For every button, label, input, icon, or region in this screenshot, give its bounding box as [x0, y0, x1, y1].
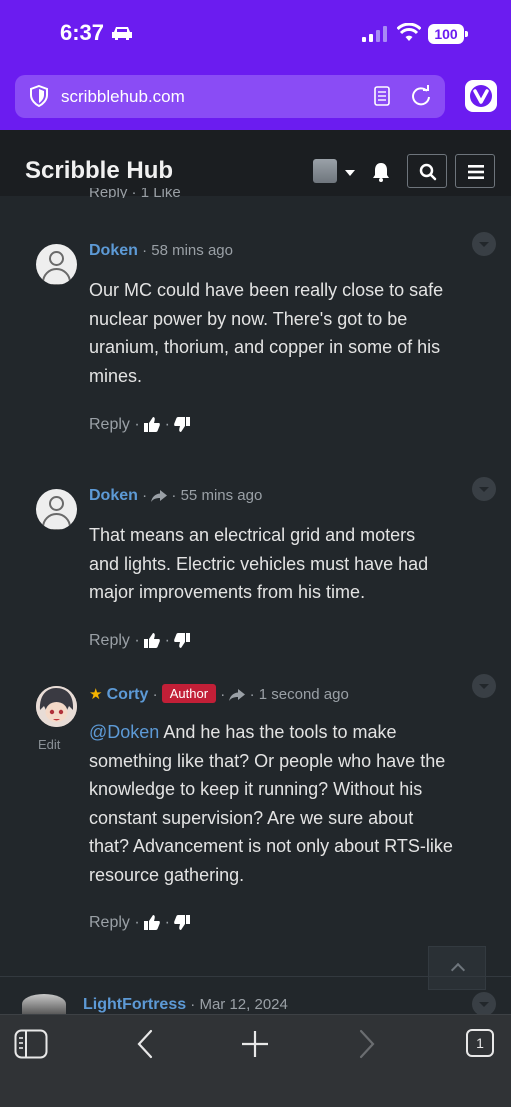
reply-link[interactable]: Reply — [89, 632, 130, 649]
edit-avatar-link[interactable]: Edit — [38, 737, 60, 752]
comment-time[interactable]: Mar 12, 2024 — [199, 996, 287, 1013]
avatar[interactable] — [36, 244, 77, 285]
collapse-button[interactable] — [472, 674, 496, 698]
back-icon[interactable] — [136, 1029, 154, 1059]
comment-meta: Doken · · 55 mins ago — [89, 487, 263, 504]
address-bar[interactable]: scribblehub.com — [15, 75, 445, 118]
reply-arrow-icon — [229, 689, 246, 702]
search-button[interactable] — [407, 154, 447, 188]
comment-time[interactable]: 55 mins ago — [181, 487, 263, 504]
thumbs-up-icon[interactable] — [144, 915, 160, 931]
chevron-down-icon[interactable] — [345, 170, 355, 176]
shield-icon[interactable] — [29, 85, 49, 107]
avatar[interactable] — [22, 994, 66, 1014]
comment-time[interactable]: 58 mins ago — [151, 242, 233, 259]
panel-icon[interactable] — [14, 1029, 48, 1059]
car-icon — [112, 27, 132, 40]
like-count: 1 Like — [140, 188, 181, 198]
new-tab-icon[interactable] — [240, 1029, 270, 1059]
cellular-signal-icon — [362, 26, 387, 42]
divider — [0, 976, 511, 977]
comment-time[interactable]: 1 second ago — [259, 686, 349, 703]
tab-switcher-button[interactable]: 1 — [466, 1029, 494, 1057]
collapse-button[interactable] — [472, 232, 496, 256]
comment-line: nuclear power by now. There's got to be — [89, 308, 408, 329]
thumbs-down-icon[interactable] — [174, 915, 191, 931]
author-badge: Author — [161, 684, 217, 703]
comment-author[interactable]: Corty — [107, 686, 149, 703]
collapse-button[interactable] — [472, 992, 496, 1016]
search-icon — [419, 163, 437, 181]
browser-bottom-toolbar: 1 — [0, 1014, 511, 1107]
reader-view-icon[interactable] — [373, 86, 391, 106]
reply-link[interactable]: Reply — [89, 416, 130, 433]
reply-link[interactable]: Reply — [89, 914, 130, 931]
vivaldi-icon — [470, 85, 492, 107]
comment-line: that? Advancement is not only about RTS-… — [89, 836, 453, 856]
mention-link[interactable]: @Doken — [89, 722, 159, 742]
comment-line: knowledge to keep it running? Without hi… — [89, 779, 423, 799]
avatar[interactable] — [36, 489, 77, 530]
thumbs-down-icon[interactable] — [174, 417, 191, 433]
battery-indicator: 100 — [428, 24, 468, 44]
comment-line: something like that? Or people who have … — [89, 750, 446, 771]
reply-arrow-icon — [151, 490, 168, 503]
comment-author[interactable]: Doken — [89, 487, 138, 504]
comment-line: and lights. Electric vehicles must have … — [89, 553, 429, 574]
reload-icon[interactable] — [410, 85, 432, 107]
comment-line: resource gathering. — [89, 864, 245, 885]
forward-icon[interactable] — [358, 1029, 376, 1059]
comment-text: Our MC could have been really close to s… — [89, 276, 479, 390]
thumbs-down-icon[interactable] — [174, 633, 191, 649]
anime-avatar-icon — [36, 686, 77, 727]
scroll-to-top-button[interactable] — [428, 946, 486, 990]
comment-line: That means an electrical grid and moters — [89, 525, 416, 545]
comment-meta: LightFortress · Mar 12, 2024 — [83, 996, 288, 1013]
comment-line-text: And he has the tools to make — [159, 722, 397, 742]
collapse-button[interactable] — [472, 477, 496, 501]
comment-line: major improvements from his time. — [89, 582, 366, 602]
comment-line: constant supervision? Are we sure about — [89, 807, 414, 828]
comment-author[interactable]: LightFortress — [83, 996, 186, 1013]
reply-row: Reply · · — [89, 632, 191, 650]
author-avatar[interactable] — [36, 686, 77, 727]
comment-line: uranium, thorium, and copper in some of … — [89, 337, 441, 357]
comment-text: That means an electrical grid and moters… — [89, 521, 479, 607]
browser-top-bar: 6:37 100 scribblehub.com — [0, 0, 511, 130]
reply-row: Reply · · — [89, 914, 191, 932]
star-icon: ★ — [89, 686, 103, 703]
comment-line: Our MC could have been really close to s… — [89, 280, 444, 300]
site-logo-title[interactable]: Scribble Hub — [25, 157, 173, 185]
comment-author[interactable]: Doken — [89, 242, 138, 259]
reply-link[interactable]: Reply — [89, 188, 127, 198]
reply-row: Reply · · — [89, 416, 191, 434]
comment-text: @Doken And he has the tools to make some… — [89, 718, 479, 889]
hamburger-icon — [468, 165, 484, 179]
wifi-icon — [397, 23, 421, 41]
thumbs-up-icon[interactable] — [144, 633, 160, 649]
vivaldi-menu-button[interactable] — [465, 80, 497, 112]
url-text[interactable]: scribblehub.com — [61, 87, 185, 107]
user-avatar[interactable] — [313, 159, 337, 183]
previous-reply-row: Reply · 1 Like — [89, 188, 181, 198]
menu-button[interactable] — [455, 154, 495, 188]
comment-line: @Doken And he has the tools to make — [89, 718, 479, 747]
comment-meta: ★ Corty · Author · · 1 second ago — [89, 684, 349, 703]
thumbs-up-icon[interactable] — [144, 417, 160, 433]
bell-icon[interactable] — [372, 162, 390, 182]
comment-meta: Doken · 58 mins ago — [89, 242, 233, 259]
status-time: 6:37 — [60, 20, 105, 45]
comment-line: mines. — [89, 365, 143, 386]
site-header: Scribble Hub — [0, 130, 511, 196]
